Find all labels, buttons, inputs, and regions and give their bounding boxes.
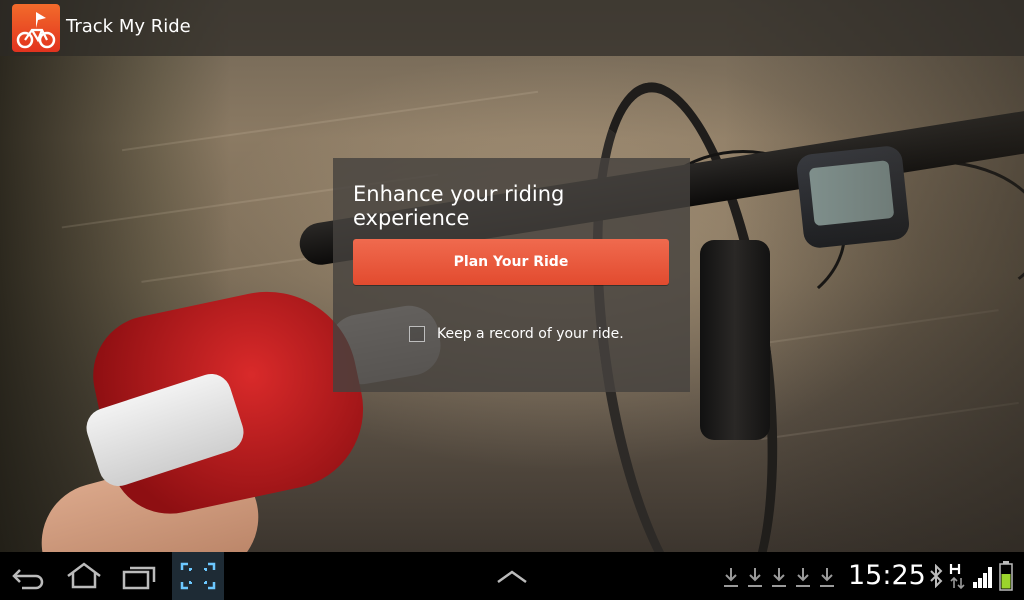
network-h-icon [949,564,965,590]
card-heading: Enhance your riding experience [353,182,565,230]
download-icon [796,568,810,587]
recent-apps-icon[interactable] [120,560,160,592]
app-title: Track My Ride [66,16,191,37]
back-icon[interactable] [8,560,48,592]
download-icon [724,568,738,587]
bluetooth-icon [930,564,943,588]
screenshot-icon[interactable] [178,560,218,592]
chevron-up-icon[interactable] [492,560,532,592]
download-icon [748,568,762,587]
battery-icon [999,561,1013,591]
system-bar: 15:25 [0,552,1024,600]
download-icon [820,568,834,587]
action-bar: Track My Ride [0,0,1024,56]
app-icon[interactable] [12,4,60,52]
welcome-card: Enhance your riding experience Plan Your… [333,158,690,392]
signal-icon [973,567,992,588]
download-icon [772,568,786,587]
status-clock[interactable]: 15:25 [848,560,926,591]
stem [700,240,770,440]
record-ride-label: Keep a record of your ride. [437,326,624,342]
plan-your-ride-button[interactable]: Plan Your Ride [353,239,669,285]
record-ride-option[interactable]: Keep a record of your ride. [409,326,624,342]
record-ride-checkbox[interactable] [409,326,425,342]
bike-computer [795,144,911,250]
home-icon[interactable] [64,560,104,592]
navigation-arrow-bicycle-icon [16,12,56,49]
